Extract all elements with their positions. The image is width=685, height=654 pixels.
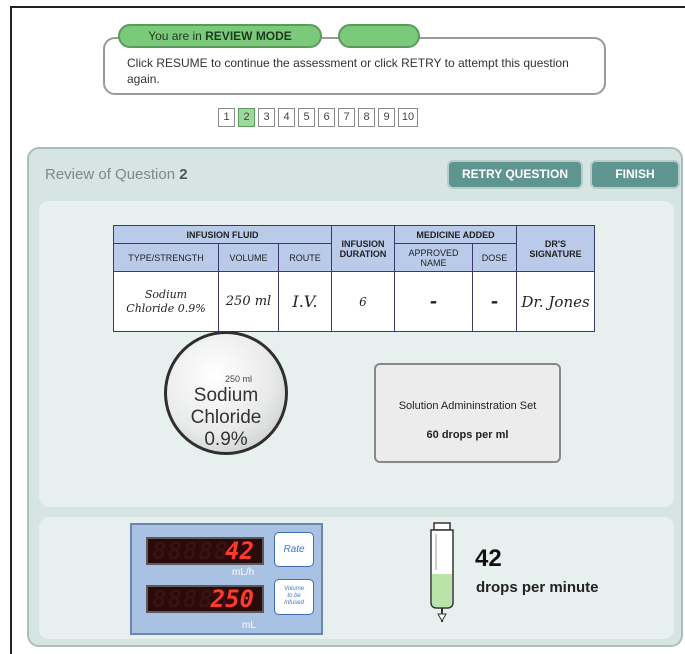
retry-question-button[interactable]: RETRY QUESTION (447, 160, 583, 189)
resume-pill-button[interactable] (338, 24, 420, 48)
page-1-button[interactable]: 1 (218, 108, 235, 127)
header-infusion-duration: INFUSION DURATION (331, 225, 395, 272)
review-panel: Review of Question 2 RETRY QUESTION FINI… (27, 147, 683, 647)
page-4-button[interactable]: 4 (278, 108, 295, 127)
finish-button[interactable]: FINISH (590, 160, 680, 189)
volume-display-value: 250 (210, 585, 254, 613)
iv-bag: 250 ml Sodium Chloride 0.9% (164, 331, 288, 455)
rate-button[interactable]: Rate (274, 532, 314, 567)
page-8-button[interactable]: 8 (358, 108, 375, 127)
infusion-pump: 88888 42 mL/h Rate 88888 250 mL Volume to… (130, 523, 323, 635)
question-card: INFUSION FLUID INFUSION DURATION MEDICINE… (39, 201, 674, 507)
cell-approved-name: - (394, 271, 473, 332)
header-volume: VOLUME (218, 243, 279, 272)
cell-signature: Dr. Jones (516, 271, 595, 332)
cell-dose: - (472, 271, 517, 332)
rate-unit: mL/h (232, 567, 255, 578)
administration-set-rate: 60 drops per ml (426, 429, 509, 441)
rate-display: 88888 42 (146, 537, 264, 565)
page-6-button[interactable]: 6 (318, 108, 335, 127)
page-3-button[interactable]: 3 (258, 108, 275, 127)
frame-top-border (10, 6, 685, 8)
review-title: Review of Question 2 (45, 166, 188, 183)
question-pager: 1 2 3 4 5 6 7 8 9 10 (218, 108, 421, 127)
prescription-table: INFUSION FLUID INFUSION DURATION MEDICINE… (113, 225, 595, 332)
drops-per-minute-value: 42 (475, 545, 502, 572)
bag-label: Sodium Chloride 0.9% (190, 385, 262, 450)
page-5-button[interactable]: 5 (298, 108, 315, 127)
review-mode-name: REVIEW MODE (205, 29, 292, 43)
drip-chamber-icon (430, 522, 454, 623)
header-dose: DOSE (472, 243, 517, 272)
cell-duration: 6 (331, 271, 395, 332)
answer-card: 88888 42 mL/h Rate 88888 250 mL Volume to… (39, 517, 674, 639)
page-10-button[interactable]: 10 (398, 108, 418, 127)
rate-display-ghost: 88888 (152, 537, 230, 565)
review-mode-pill: You are in REVIEW MODE (118, 24, 322, 48)
page-2-button[interactable]: 2 (238, 108, 255, 127)
header-medicine-added: MEDICINE ADDED (394, 225, 517, 244)
header-route: ROUTE (278, 243, 332, 272)
volume-to-be-infused-button[interactable]: Volume to be Infused (274, 579, 314, 615)
cell-route: I.V. (278, 271, 332, 332)
review-question-number: 2 (179, 166, 188, 183)
review-title-prefix: Review of Question (45, 166, 176, 183)
volume-display: 88888 250 (146, 585, 264, 613)
review-mode-message: Click RESUME to continue the assessment … (127, 56, 569, 86)
administration-set-card: Solution Admininstration Set 60 drops pe… (374, 363, 561, 463)
frame-left-border (10, 6, 12, 654)
header-drs-signature: DR'S SIGNATURE (516, 225, 595, 272)
bag-volume: 250 ml (225, 374, 253, 384)
drops-per-minute-label: drops per minute (476, 579, 599, 596)
volume-unit: mL (242, 620, 256, 631)
drip-fluid (432, 574, 452, 607)
page-7-button[interactable]: 7 (338, 108, 355, 127)
administration-set-title: Solution Admininstration Set (398, 400, 537, 412)
cell-type-strength: Sodium Chloride 0.9% (113, 271, 219, 332)
page-9-button[interactable]: 9 (378, 108, 395, 127)
header-approved-name: APPROVED NAME (394, 243, 473, 272)
rate-display-value: 42 (225, 537, 254, 565)
header-type-strength: TYPE/STRENGTH (113, 243, 219, 272)
header-infusion-fluid: INFUSION FLUID (113, 225, 332, 244)
cell-volume: 250 ml (218, 271, 279, 332)
review-mode-prefix: You are in (148, 29, 202, 43)
